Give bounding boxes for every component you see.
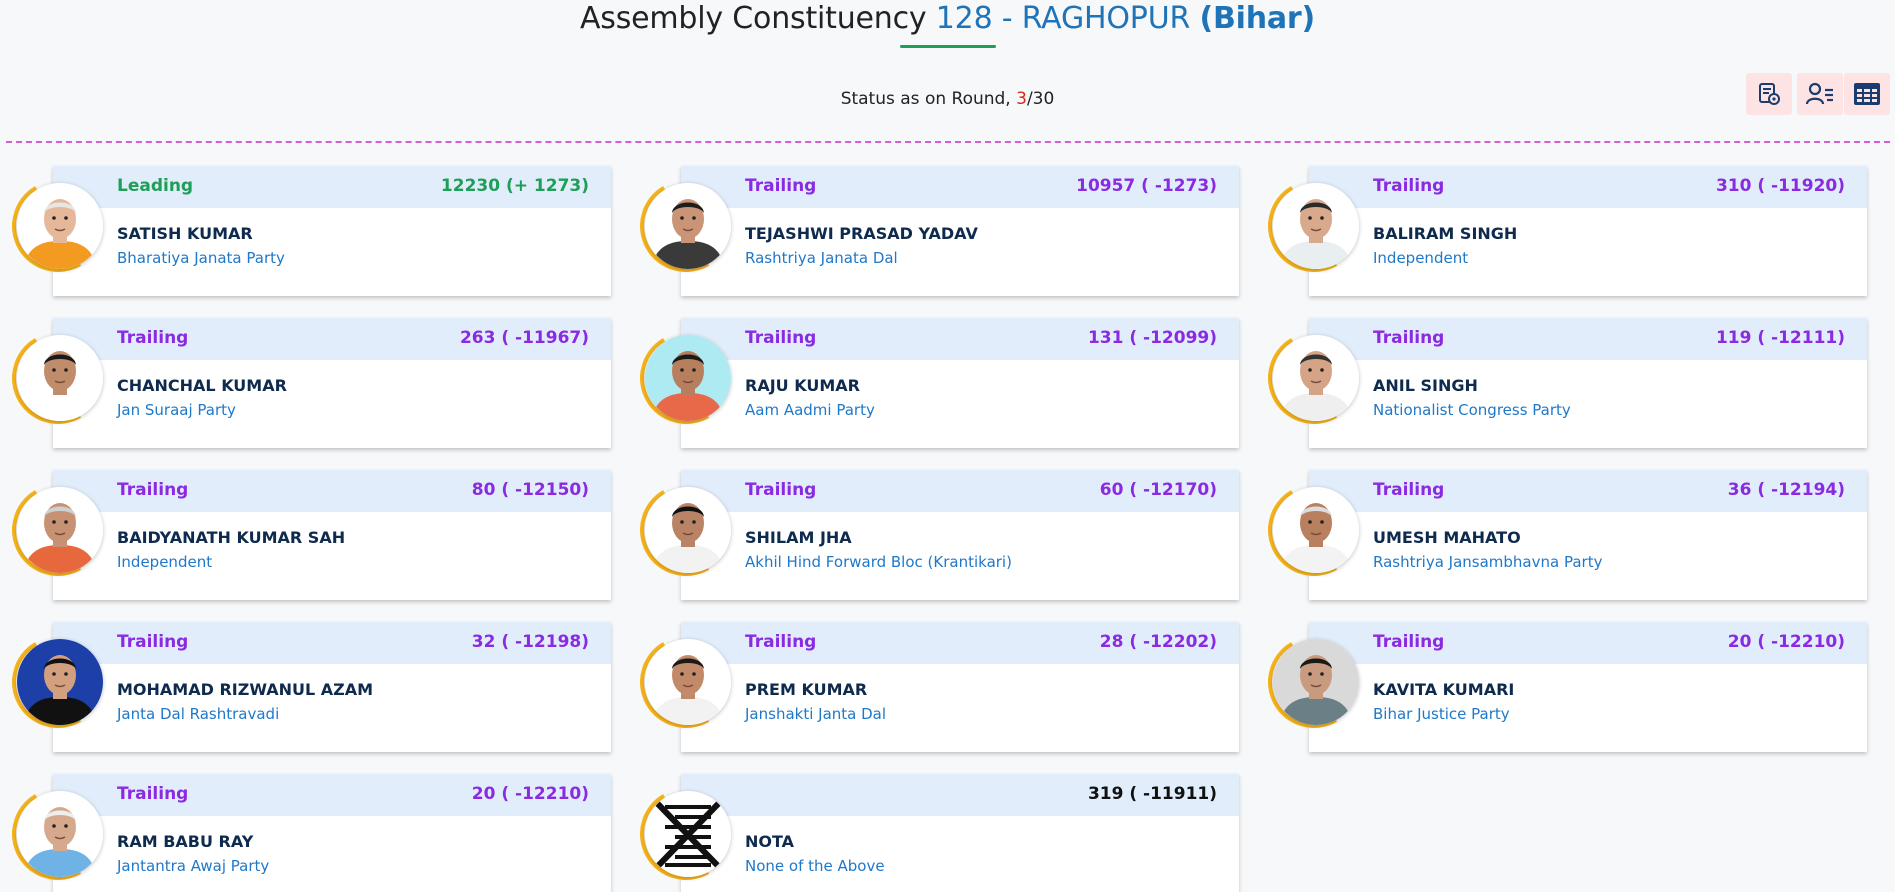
candidate-status: Trailing xyxy=(1373,328,1445,348)
vote-count: 20 ( -12210) xyxy=(1727,632,1845,652)
candidate-photo xyxy=(17,639,103,725)
vote-count: 310 ( -11920) xyxy=(1715,176,1845,196)
section-divider xyxy=(6,141,1890,143)
user-list-icon xyxy=(1805,82,1833,105)
candidate-photo xyxy=(1273,335,1359,421)
candidate-status: Trailing xyxy=(1373,480,1445,500)
candidate-status: Trailing xyxy=(117,480,189,500)
table-grid-icon xyxy=(1854,83,1880,105)
party-name: Jantantra Awaj Party xyxy=(117,857,270,875)
title-underline xyxy=(900,45,996,48)
vote-count: 131 ( -12099) xyxy=(1087,328,1217,348)
candidate-name: PREM KUMAR xyxy=(745,680,868,699)
party-name: Bharatiya Janata Party xyxy=(117,249,285,267)
candidate-photo xyxy=(17,487,103,573)
vote-count: 80 ( -12150) xyxy=(471,480,589,500)
candidate-name: KAVITA KUMARI xyxy=(1373,680,1515,699)
party-name: Rashtriya Janata Dal xyxy=(745,249,898,267)
vote-count: 60 ( -12170) xyxy=(1099,480,1217,500)
candidate-status: Leading xyxy=(117,176,194,196)
vote-count: 36 ( -12194) xyxy=(1727,480,1845,500)
page-title: Assembly Constituency 128 - RAGHOPUR (Bi… xyxy=(0,0,1895,38)
candidate-name: UMESH MAHATO xyxy=(1373,528,1521,547)
candidate-name: SHILAM JHA xyxy=(745,528,852,547)
party-name: Independent xyxy=(117,553,213,571)
candidate-card[interactable]: Trailing 20 ( -12210) RAM BABU RAY Jantantr… xyxy=(53,774,611,892)
candidate-photo xyxy=(17,183,103,269)
candidate-card[interactable]: Trailing 32 ( -12198) MOHAMAD RIZWANUL AZA… xyxy=(53,622,611,752)
party-name: Janta Dal Rashtravadi xyxy=(117,705,280,723)
candidate-name: BAIDYANATH KUMAR SAH xyxy=(117,528,346,547)
vote-count: 20 ( -12210) xyxy=(471,784,589,804)
candidate-name: SATISH KUMAR xyxy=(117,224,253,243)
candidate-status: Trailing xyxy=(117,632,189,652)
candidate-status: Trailing xyxy=(745,176,817,196)
results-settings-button[interactable] xyxy=(1746,73,1792,115)
candidate-name: ANIL SINGH xyxy=(1373,376,1478,395)
vote-count: 319 ( -11911) xyxy=(1087,784,1217,804)
round-status: Status as on Round, 3/30 xyxy=(0,89,1895,109)
candidate-photo xyxy=(1273,183,1359,269)
candidate-photo xyxy=(17,335,103,421)
vote-count: 28 ( -12202) xyxy=(1099,632,1217,652)
title-prefix: Assembly Constituency xyxy=(579,1,927,36)
candidate-photo xyxy=(645,639,731,725)
candidate-card[interactable]: Trailing 28 ( -12202) PREM KUMAR Janshakti … xyxy=(681,622,1239,752)
candidate-card[interactable]: Trailing 10957 ( -1273) TEJASHWI PRASAD YA… xyxy=(681,166,1239,296)
candidate-name: CHANCHAL KUMAR xyxy=(117,376,287,395)
party-name: Bihar Justice Party xyxy=(1373,705,1510,723)
table-view-button[interactable] xyxy=(1844,73,1890,115)
round-current: 3 xyxy=(1016,89,1027,109)
state-name: (Bihar) xyxy=(1199,1,1316,36)
results-settings-icon xyxy=(1759,83,1780,105)
candidate-photo xyxy=(1273,487,1359,573)
candidate-name: RAJU KUMAR xyxy=(745,376,860,395)
candidate-card[interactable]: 319 ( -11911) NOTA None of the Above xyxy=(681,774,1239,892)
vote-count: 263 ( -11967) xyxy=(459,328,589,348)
candidate-card[interactable]: Trailing 20 ( -12210) KAVITA KUMARI Bihar J… xyxy=(1309,622,1867,752)
candidate-list-button[interactable] xyxy=(1797,73,1843,115)
candidate-status: Trailing xyxy=(117,328,189,348)
nota-icon xyxy=(645,791,731,877)
constituency-number: 128 - RAGHOPUR xyxy=(935,1,1191,36)
party-name: Akhil Hind Forward Bloc (Krantikari) xyxy=(745,553,1012,571)
candidate-card[interactable]: Trailing 119 ( -12111) ANIL SINGH Nationali… xyxy=(1309,318,1867,448)
party-name: None of the Above xyxy=(745,857,885,875)
candidate-status: Trailing xyxy=(117,784,189,804)
candidate-photo xyxy=(1273,639,1359,725)
candidate-photo xyxy=(645,335,731,421)
party-name: Jan Suraaj Party xyxy=(117,401,236,419)
candidate-card[interactable]: Trailing 80 ( -12150) BAIDYANATH KUMAR SAH… xyxy=(53,470,611,600)
party-name: Rashtriya Jansambhavna Party xyxy=(1373,553,1603,571)
candidate-card[interactable]: Trailing 60 ( -12170) SHILAM JHA Akhil Hind… xyxy=(681,470,1239,600)
vote-count: 10957 ( -1273) xyxy=(1076,176,1217,196)
candidate-name: MOHAMAD RIZWANUL AZAM xyxy=(117,680,374,699)
candidate-name: RAM BABU RAY xyxy=(117,832,254,851)
candidate-status: Trailing xyxy=(745,328,817,348)
candidate-status: Trailing xyxy=(745,632,817,652)
vote-count: 119 ( -12111) xyxy=(1715,328,1845,348)
candidate-status: Trailing xyxy=(745,480,817,500)
party-name: Nationalist Congress Party xyxy=(1373,401,1571,419)
candidate-card[interactable]: Trailing 310 ( -11920) BALIRAM SINGH Indepe… xyxy=(1309,166,1867,296)
candidate-name: NOTA xyxy=(745,832,795,851)
candidate-card[interactable]: Leading 12230 (+ 1273) SATISH KUMAR Bharati… xyxy=(53,166,611,296)
candidate-photo xyxy=(645,183,731,269)
candidate-card[interactable]: Trailing 131 ( -12099) RAJU KUMAR Aam Aadmi… xyxy=(681,318,1239,448)
candidate-photo xyxy=(645,487,731,573)
candidate-card[interactable]: Trailing 36 ( -12194) UMESH MAHATO Rashtriy… xyxy=(1309,470,1867,600)
candidate-name: TEJASHWI PRASAD YADAV xyxy=(745,224,978,243)
round-total: /30 xyxy=(1026,89,1055,109)
candidate-name: BALIRAM SINGH xyxy=(1373,224,1518,243)
candidate-status: Trailing xyxy=(1373,176,1445,196)
candidate-status: Trailing xyxy=(1373,632,1445,652)
party-name: Janshakti Janta Dal xyxy=(745,705,887,723)
vote-count: 32 ( -12198) xyxy=(471,632,589,652)
vote-count: 12230 (+ 1273) xyxy=(440,176,589,196)
status-label: Status as on Round, xyxy=(840,89,1011,109)
party-name: Aam Aadmi Party xyxy=(745,401,875,419)
candidate-photo xyxy=(17,791,103,877)
candidate-card[interactable]: Trailing 263 ( -11967) CHANCHAL KUMAR Jan S… xyxy=(53,318,611,448)
party-name: Independent xyxy=(1373,249,1469,267)
